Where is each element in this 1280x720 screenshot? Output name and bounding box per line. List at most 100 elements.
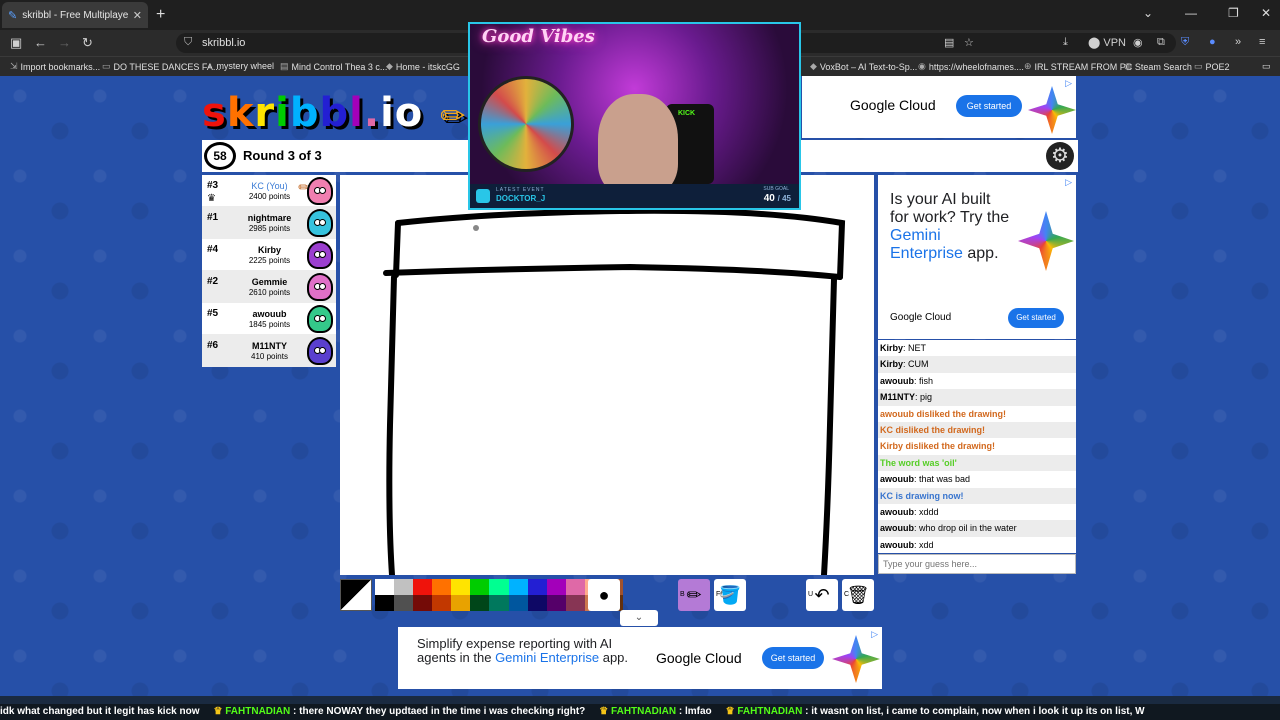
bookmark-item[interactable]: ◉ https://wheelofnames.... (918, 61, 1024, 72)
vpn-button[interactable]: ⬤ VPN (1088, 36, 1126, 49)
chat-text: Kirby disliked the drawing! (880, 441, 996, 452)
color-swatch[interactable] (565, 595, 585, 611)
chat-message: Kirby: CUM (878, 356, 1076, 373)
color-swatch[interactable] (451, 579, 471, 595)
brush-size-button[interactable]: ● (588, 579, 620, 611)
color-swatch[interactable] (489, 595, 509, 611)
trash-icon: 🗑 (846, 585, 870, 605)
reload-icon[interactable]: ↻ (82, 35, 93, 51)
color-swatch[interactable] (546, 579, 566, 595)
close-tab-icon[interactable]: ✕ (133, 9, 142, 22)
color-swatch[interactable] (546, 595, 566, 611)
restore-icon[interactable]: ❐ (1228, 6, 1239, 20)
color-swatch[interactable] (394, 595, 414, 611)
color-swatch[interactable] (375, 579, 395, 595)
player-row[interactable]: #1 nightmare 2985 points (202, 207, 336, 239)
player-avatar (307, 337, 333, 365)
color-swatch[interactable] (527, 595, 547, 611)
brush-tool-button[interactable]: B ✏ (678, 579, 710, 611)
close-window-icon[interactable]: ✕ (1261, 6, 1271, 20)
color-swatch[interactable] (489, 579, 509, 595)
new-tab-icon[interactable]: + (156, 6, 165, 24)
skribbl-favicon-icon: ✎ (8, 9, 18, 22)
side-ad-banner[interactable]: ▷ Is your AI built for work? Try the Gem… (878, 175, 1076, 339)
settings-gear-icon[interactable]: ⚙ (1046, 142, 1074, 170)
player-name: awouub (252, 309, 287, 319)
color-swatch[interactable] (508, 579, 528, 595)
round-indicator: Round 3 of 3 (243, 148, 322, 163)
ticker-username: FAHTNADIAN (611, 706, 677, 717)
browser-tab[interactable]: ✎ skribbl - Free Multiplayer Drawi ✕ (2, 2, 148, 28)
color-swatch[interactable] (565, 579, 585, 595)
bookmark-star-icon[interactable]: ☆ (964, 36, 974, 49)
more-icon[interactable]: » (1235, 36, 1241, 48)
top-ad-banner[interactable]: ▷ Google Cloud Get started (802, 76, 1076, 138)
clear-button[interactable]: C 🗑 (842, 579, 874, 611)
adchoices-icon[interactable]: ▷ (1065, 177, 1072, 188)
other-bookmarks-icon[interactable]: ▭ (1262, 61, 1271, 72)
color-palette (375, 579, 623, 611)
ad-get-started-button[interactable]: Get started (762, 647, 824, 669)
adchoices-icon[interactable]: ▷ (1065, 78, 1072, 89)
color-swatch[interactable] (375, 595, 395, 611)
player-row[interactable]: #4 Kirby 2225 points (202, 239, 336, 271)
bookmark-favicon-icon: ◐ (208, 61, 214, 71)
chat-message: awouub: xddd (880, 506, 939, 517)
color-swatch[interactable] (432, 595, 452, 611)
bookmark-item[interactable]: ◆ Home - itskcGG (386, 61, 460, 72)
bookmark-item[interactable]: ▭ DO THESE DANCES FA... (102, 61, 220, 72)
color-swatch[interactable] (470, 595, 490, 611)
drawing-canvas[interactable] (340, 175, 874, 578)
color-swatch[interactable] (413, 579, 433, 595)
ticker-text: lmfao (684, 706, 712, 717)
color-swatch[interactable] (394, 579, 414, 595)
download-icon[interactable]: ⤓ (1063, 36, 1068, 49)
shield-extension-icon[interactable]: ⛨ (1181, 36, 1189, 49)
ad-get-started-button[interactable]: Get started (1008, 308, 1064, 328)
color-swatch[interactable] (527, 579, 547, 595)
ad-get-started-button[interactable]: Get started (956, 95, 1022, 117)
color-swatch[interactable] (432, 579, 452, 595)
color-preview[interactable] (340, 579, 372, 611)
sidebar-toggle-icon[interactable]: ▣ (10, 35, 22, 51)
site-info-icon[interactable]: ⛉ (184, 36, 192, 49)
back-icon[interactable]: ← (34, 35, 47, 50)
chat-text: xddd (919, 506, 939, 517)
bookmark-item[interactable]: ▭ POE2 (1194, 61, 1230, 72)
extensions-icon[interactable]: ⧉ (1157, 36, 1165, 49)
minimize-icon[interactable]: — (1185, 6, 1197, 20)
player-row[interactable]: #2 Gemmie 2610 points (202, 271, 336, 303)
color-swatch[interactable] (451, 595, 471, 611)
guess-input[interactable] (878, 554, 1076, 574)
pencil-icon: ✏ (686, 585, 702, 605)
player-row[interactable]: #6 M11NTY 410 points (202, 335, 336, 367)
bookmark-item[interactable]: ⊕ IRL STREAM FROM PC (1024, 61, 1132, 72)
bookmark-item[interactable]: ◍ Steam Search (1124, 61, 1192, 72)
bookmark-item[interactable]: ▤ Mind Control Thea 3 c... (280, 61, 387, 72)
forward-icon[interactable]: → (58, 35, 71, 50)
color-swatch[interactable] (413, 595, 433, 611)
bottom-ad-banner[interactable]: ▷ Simplify expense reporting with AI age… (398, 627, 882, 689)
chevron-down-icon[interactable]: ⌄ (620, 610, 658, 626)
latest-event-name: DOCKTOR_J (496, 194, 546, 203)
bookmark-item[interactable]: ◐ mystery wheel (208, 61, 274, 71)
undo-button[interactable]: U ↶ (806, 579, 838, 611)
color-swatch[interactable] (508, 595, 528, 611)
adchoices-icon[interactable]: ▷ (871, 629, 878, 640)
gemini-star-icon (832, 635, 880, 683)
color-swatch[interactable] (470, 579, 490, 595)
chat-message: Kirby: NET (880, 343, 927, 353)
player-row[interactable]: #3 ♛ KC (You) 2400 points ✏ (202, 175, 336, 207)
player-row[interactable]: #5 awouub 1845 points (202, 303, 336, 335)
skribbl-logo[interactable]: skribbl.io ✏ (202, 90, 466, 136)
bookmark-item[interactable]: ⇲ Import bookmarks... (10, 61, 100, 72)
chat-text: The word was 'oil' (880, 457, 957, 468)
menu-icon[interactable]: ≡ (1259, 36, 1265, 48)
fill-tool-button[interactable]: F 🪣 (714, 579, 746, 611)
tab-search-icon[interactable]: ⌄ (1143, 6, 1153, 20)
reader-icon[interactable]: ▤ (944, 36, 954, 49)
profile-icon[interactable]: ● (1209, 36, 1216, 48)
bookmark-favicon-icon: ◆ (810, 61, 817, 71)
bookmark-item[interactable]: ◆ VoxBot – AI Text-to-Sp... (810, 61, 917, 72)
account-icon[interactable]: ◉ (1133, 36, 1143, 49)
